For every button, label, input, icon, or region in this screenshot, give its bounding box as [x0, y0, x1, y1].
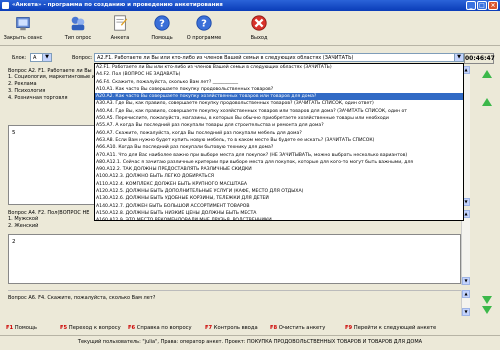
dropdown-item[interactable]: А90.А12.2. ТАК ДОЛЖНЫ ПРЕДОСТАВЛЯТЬ РАЗЛ… [95, 166, 463, 173]
elapsed-time: 00:46:47 [464, 53, 495, 64]
fkey-f6[interactable]: F6 Справка по вопросу [128, 325, 192, 331]
fkey-label: Помощь [13, 325, 37, 331]
close-session-button[interactable]: Закрыть сеанс [3, 13, 43, 45]
chevron-down-icon[interactable]: ▼ [42, 54, 51, 61]
dropdown-item[interactable]: А160.А12.9. ЭТО МЕСТО РЕКОМЕНДОВАЛИ МНЕ … [95, 217, 463, 220]
toolbar: Закрыть сеанс Тип опрос Анкета ? Помощь … [0, 11, 500, 46]
answer-value[interactable]: 5 [12, 130, 16, 136]
dropdown-item[interactable]: А2.F1. Работаете ли Вы или кто-либо из ч… [95, 64, 463, 71]
block-select[interactable]: А ▼ [30, 53, 52, 62]
question-label: Вопрос: [72, 55, 93, 61]
exit-button[interactable]: Выход [239, 13, 279, 45]
exit-icon [251, 15, 267, 31]
answer-option[interactable]: 2. Женский [8, 223, 94, 230]
dropdown-item[interactable]: А66.А10. Когда Вы последний раз покупали… [95, 144, 463, 151]
answer-options: 1. Мужской 2. Женский [8, 216, 94, 230]
answer-option[interactable]: 4. Розничная торговля [8, 95, 94, 102]
fkey-f1[interactable]: F1 Помощь [6, 325, 37, 331]
fkey-label: Переход к вопросу [67, 325, 121, 331]
vertical-scrollbar[interactable]: ▲ ▼ [461, 210, 470, 285]
dropdown-item[interactable]: А20.А2. Как часто Вы совершаете покупку … [95, 93, 463, 101]
answer-option[interactable]: 1. Мужской [8, 216, 94, 223]
survey-type-button[interactable]: Тип опрос [58, 13, 98, 45]
help-button[interactable]: ? Помощь [142, 13, 182, 45]
question-select-value: А2.F1. Работаете ли Вы или кто-либо из ч… [97, 55, 354, 61]
block-label: Блок: [12, 55, 27, 61]
dropdown-item[interactable]: А70.А11. Что для Вас наиболее важно при … [95, 152, 463, 159]
question-a6-block: Вопрос А6. F4. Скажите, пожалуйста, скол… [8, 290, 461, 312]
down-arrow-icon[interactable] [482, 296, 492, 304]
dropdown-item[interactable]: А40.А4. Где Вы, как правило, совершаете … [95, 108, 463, 115]
answer-option[interactable]: 1. Социология, маркетинговые исследовани… [8, 74, 129, 81]
dropdown-item[interactable]: А4.F2. Пол (ВОПРОС НЕ ЗАДАВАТЬ) [95, 71, 463, 78]
close-session-label: Закрыть сеанс [3, 35, 43, 41]
maximize-button[interactable]: □ [477, 1, 487, 10]
dropdown-item[interactable]: А30.А3. Где Вы, как правило, совершаете … [95, 100, 463, 107]
fkey-f9[interactable]: F9 Перейти к следующей анкете [345, 325, 436, 331]
answer-value[interactable]: 2 [12, 239, 16, 245]
dropdown-item[interactable]: А110.А12.4. КОМПЛЕКС ДОЛЖЕН БЫТЬ КРУПНОГ… [95, 181, 463, 188]
question-select[interactable]: А2.F1. Работаете ли Вы или кто-либо из ч… [94, 53, 464, 62]
about-button[interactable]: ? О программе [184, 13, 224, 45]
block-select-value: А [33, 55, 37, 61]
questionnaire-icon [114, 15, 128, 31]
dropdown-item[interactable]: А100.А12.3. ДОЛЖНО БЫТЬ ЛЕГКО ДОБИРАТЬСЯ [95, 173, 463, 180]
close-window-button[interactable]: × [488, 1, 498, 10]
about-icon: ? [196, 15, 212, 31]
survey-type-label: Тип опрос [64, 35, 92, 41]
svg-text:?: ? [201, 19, 207, 30]
fkey-label: Справка по вопросу [135, 325, 192, 331]
down-arrow-icon[interactable] [482, 306, 492, 314]
up-arrow-icon[interactable] [482, 70, 492, 78]
help-label: Помощь [151, 35, 173, 41]
app-icon [2, 2, 9, 9]
about-label: О программе [186, 35, 222, 41]
question-a4-answer-panel: 2 [8, 234, 461, 284]
fkey-label: Контроль ввода [212, 325, 258, 331]
survey-type-icon [71, 16, 85, 31]
dropdown-item[interactable]: А130.А12.6. ДОЛЖНЫ БЫТЬ УДОБНЫЕ КОРЗИНЫ,… [95, 195, 463, 202]
window-title: «Анкета» - программа по созданию и прове… [12, 2, 223, 8]
status-bar: Текущий пользователь: "julia", Права: оп… [0, 335, 500, 350]
scroll-up-icon[interactable]: ▲ [462, 290, 470, 298]
answer-option[interactable]: 2. Реклама [8, 81, 94, 88]
dropdown-item[interactable]: А60.А7. Скажите, пожалуйста, когда Вы по… [95, 130, 463, 137]
scroll-down-icon[interactable]: ▼ [462, 277, 470, 285]
dropdown-item[interactable]: А63.А8. Если Вам нужно будет купить нову… [95, 137, 463, 144]
function-key-bar: F1 Помощь F5 Переход к вопросу F6 Справка … [0, 322, 500, 334]
help-icon: ? [154, 15, 170, 31]
minimize-button[interactable]: _ [466, 1, 476, 10]
answer-options: 1. Социология, маркетинговые исследовани… [8, 74, 129, 102]
fkey-f7[interactable]: F7 Контроль ввода [205, 325, 258, 331]
vertical-scrollbar[interactable]: ▲ ▼ [461, 290, 470, 316]
dropdown-item[interactable]: А150.А12.8. ДОЛЖНЫ БЫТЬ НИЗКИЕ ЦЕНЫ ДОЛЖ… [95, 210, 463, 217]
svg-text:?: ? [159, 19, 165, 30]
dropdown-item[interactable]: А10.А1. Как часто Вы совершаете покупку … [95, 86, 463, 93]
fkey-label: Перейти к следующей анкете [352, 325, 437, 331]
answer-option[interactable]: 3. Психология [8, 88, 94, 95]
close-session-icon [16, 17, 30, 31]
fkey-f5[interactable]: F5 Переход к вопросу [60, 325, 121, 331]
exit-label: Выход [250, 35, 268, 41]
up-arrow-icon[interactable] [482, 98, 492, 106]
title-bar: «Анкета» - программа по созданию и прове… [0, 0, 500, 11]
question-a6-label: Вопрос А6. F4. Скажите, пожалуйста, скол… [8, 295, 156, 301]
dropdown-item[interactable]: А6.F4. Скажите, пожалуйста, сколько Вам … [95, 79, 463, 86]
scroll-down-icon[interactable]: ▼ [462, 308, 470, 316]
dropdown-item[interactable]: А50.А5. Перечислите, пожалуйста, магазин… [95, 115, 463, 122]
questionnaire-label: Анкета [110, 35, 130, 41]
question-dropdown-list[interactable]: А2.F1. Работаете ли Вы или кто-либо из ч… [94, 63, 464, 221]
questionnaire-button[interactable]: Анкета [100, 13, 140, 45]
dropdown-item[interactable]: А55.А7. А когда Вы последний раз покупал… [95, 122, 463, 129]
fkey-f8[interactable]: F8 Очистить анкету [270, 325, 325, 331]
dropdown-items: А2.F1. Работаете ли Вы или кто-либо из ч… [95, 64, 463, 220]
chevron-down-icon[interactable]: ▼ [454, 54, 463, 61]
question-a2-block: Вопрос А2. F1. Работаете ли Вы 1. Социол… [8, 68, 129, 118]
question-a4-block: Вопрос А4. F2. Пол(ВОПРОС НЕ 1. Мужской 2… [8, 210, 94, 234]
fkey-label: Очистить анкету [277, 325, 326, 331]
dropdown-item[interactable]: А80.А12.1. Сейчас я зачитаю различные кр… [95, 159, 463, 166]
dropdown-item[interactable]: А120.А12.5. ДОЛЖНЫ БЫТЬ ДОПОЛНИТЕЛЬНЫЕ У… [95, 188, 463, 195]
dropdown-item[interactable]: А140.А12.7. ДОЛЖЕН БЫТЬ БОЛЬШОЙ АССОРТИМ… [95, 203, 463, 210]
